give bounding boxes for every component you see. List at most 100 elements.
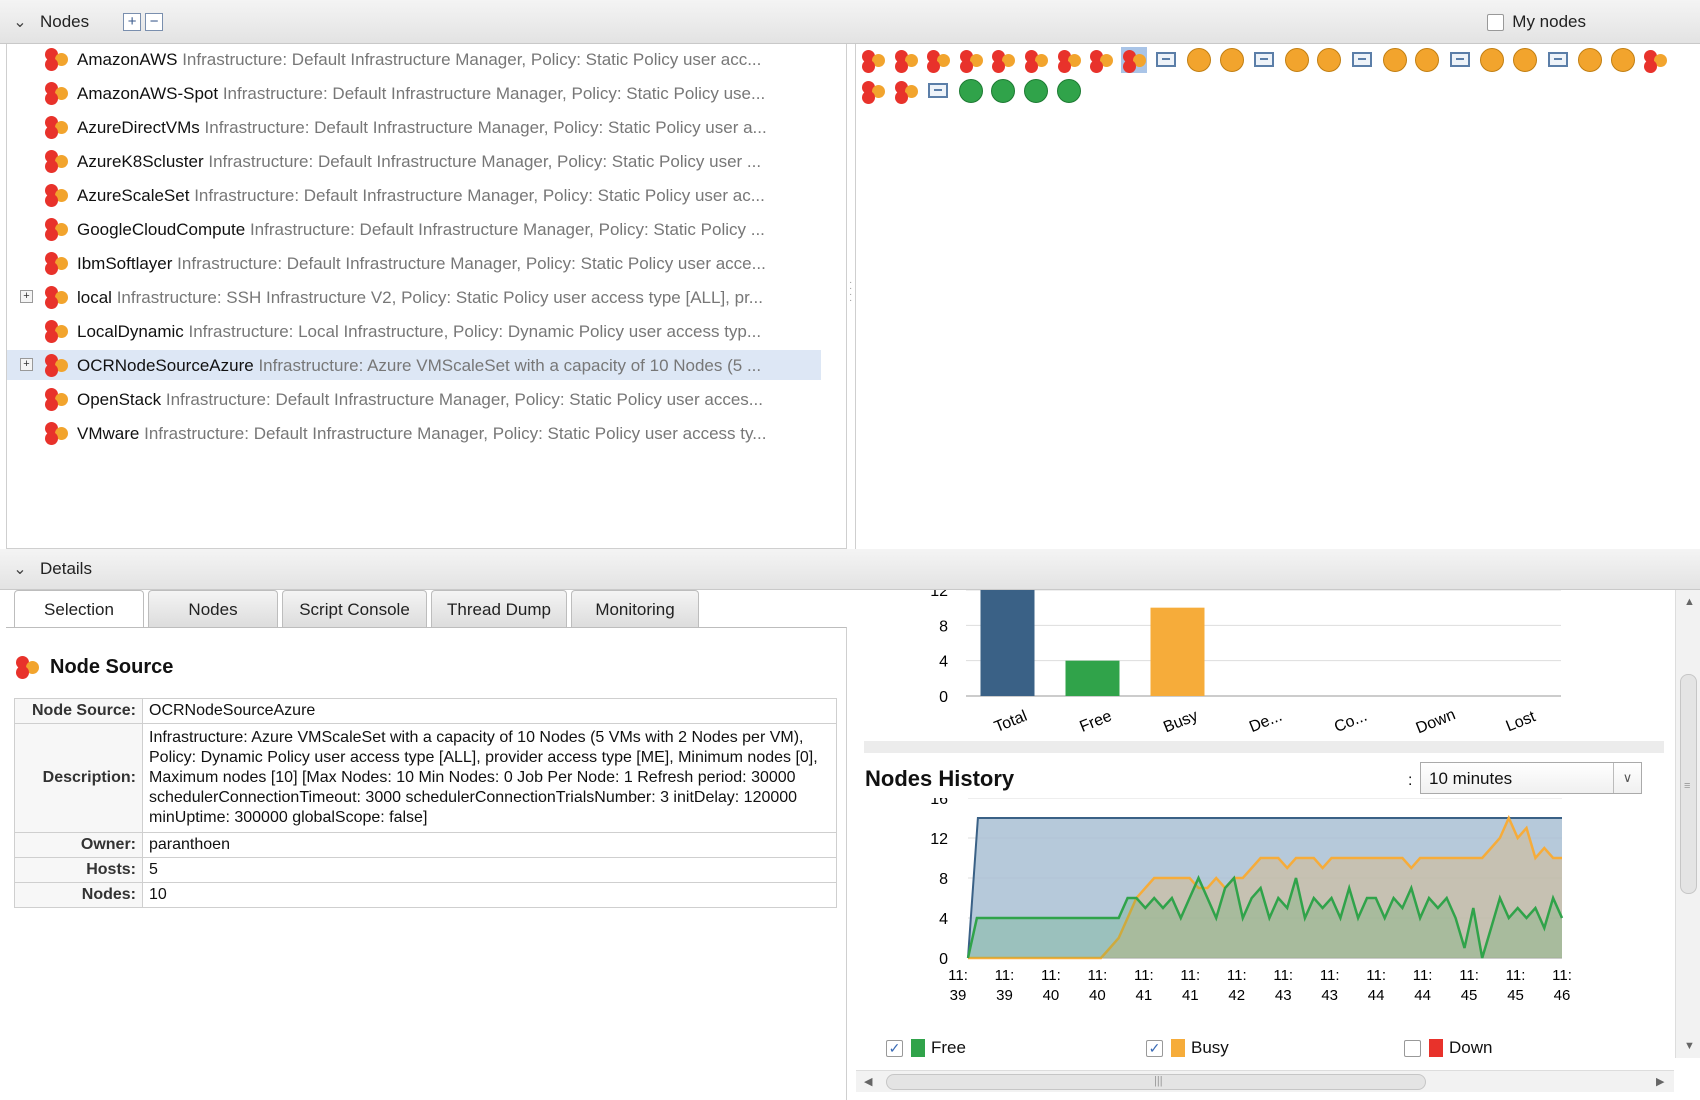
host-icon[interactable] [1349,47,1375,73]
x-tick-label: 39 [950,987,967,1004]
legend-label: Down [1449,1038,1493,1057]
chevron-down-icon[interactable]: ⌄ [0,559,40,579]
tree-item-label: LocalDynamic Infrastructure: Local Infra… [77,322,762,341]
legend-item-down[interactable]: Down [1404,1038,1492,1058]
node-source-icon[interactable] [1088,47,1114,73]
tab-monitoring[interactable]: Monitoring [571,590,699,628]
tab-selection[interactable]: Selection [14,590,144,628]
x-tick-label: 45 [1461,987,1478,1004]
chevron-down-icon[interactable]: ⌄ [0,12,40,32]
tree-item[interactable]: + local Infrastructure: SSH Infrastructu… [7,282,821,312]
my-nodes-toggle[interactable]: My nodes [1487,12,1586,32]
history-range-select[interactable]: 10 minutes ∨ [1420,762,1642,794]
tab-thread-dump[interactable]: Thread Dump [431,590,567,628]
node-source-icon [45,48,71,72]
tree-item[interactable]: VMware Infrastructure: Default Infrastru… [7,418,821,448]
legend-checkbox[interactable]: ✓ [886,1039,903,1057]
x-tick-label: Co... [1332,708,1370,736]
node-source-icon[interactable] [990,47,1016,73]
legend-checkbox[interactable] [1404,1039,1421,1057]
collapse-all-button[interactable]: − [145,12,164,31]
legend-item-free[interactable]: ✓ Free [886,1038,966,1058]
tree-item[interactable]: AmazonAWS-Spot Infrastructure: Default I… [7,78,821,108]
expand-icon[interactable]: + [20,358,33,371]
splitter-grip[interactable]: · · · · [849,278,852,306]
node-source-icon[interactable] [958,47,984,73]
x-tick-label: 11: [948,967,968,984]
vertical-scrollbar[interactable]: ▲ ≡ ▼ [1675,590,1700,1058]
host-icon[interactable] [1251,47,1277,73]
x-tick-label: 11: [1366,967,1386,984]
grip-icon: ≡ [1684,780,1691,792]
tree-item[interactable]: GoogleCloudCompute Infrastructure: Defau… [7,214,821,244]
chevron-down-icon[interactable]: ∨ [1613,763,1641,793]
host-icon[interactable] [1447,47,1473,73]
tree-item[interactable]: + OCRNodeSourceAzure Infrastructure: Azu… [7,350,821,380]
x-tick-label: 11: [1506,967,1526,984]
busy-node-icon[interactable] [1316,47,1342,73]
tree-item[interactable]: LocalDynamic Infrastructure: Local Infra… [7,316,821,346]
legend-label: Busy [1191,1038,1229,1057]
host-icon[interactable] [1153,47,1179,73]
node-source-icon[interactable] [860,47,886,73]
node-source-icon[interactable] [1642,47,1668,73]
x-tick-label: Busy [1161,707,1200,736]
legend-swatch [1429,1039,1443,1057]
busy-node-icon[interactable] [1512,47,1538,73]
busy-node-icon[interactable] [1186,47,1212,73]
tab-script-console[interactable]: Script Console [282,590,427,628]
tree-item-label: AmazonAWS Infrastructure: Default Infras… [77,50,762,69]
busy-node-icon[interactable] [1284,47,1310,73]
host-icon[interactable] [1545,47,1571,73]
tree-item[interactable]: AmazonAWS Infrastructure: Default Infras… [7,44,821,74]
grip-icon: ||| [1154,1075,1163,1087]
details-section-header: ⌄ Details [0,549,1700,590]
tree-item[interactable]: AzureDirectVMs Infrastructure: Default I… [7,112,821,142]
busy-node-icon[interactable] [1219,47,1245,73]
horizontal-scrollbar[interactable]: ◀ ||| ▶ [856,1070,1674,1092]
node-source-icon[interactable] [1023,47,1049,73]
scroll-right-icon[interactable]: ▶ [1656,1075,1664,1088]
expand-all-button[interactable]: + [123,12,142,31]
legend-checkbox[interactable]: ✓ [1146,1039,1163,1057]
free-node-icon[interactable] [958,78,984,104]
free-node-icon[interactable] [1023,78,1049,104]
expand-icon[interactable]: + [20,290,33,303]
tree-item[interactable]: AzureScaleSet Infrastructure: Default In… [7,180,821,210]
scroll-up-icon[interactable]: ▲ [1684,596,1695,608]
x-tick-label: 44 [1414,987,1431,1004]
scroll-left-icon[interactable]: ◀ [864,1075,872,1088]
x-tick-label: 41 [1136,987,1153,1004]
tree-item[interactable]: AzureK8Scluster Infrastructure: Default … [7,146,821,176]
busy-node-icon[interactable] [1610,47,1636,73]
host-icon[interactable] [925,78,951,104]
node-source-icon[interactable] [1120,47,1147,73]
node-source-icon[interactable] [860,78,886,104]
legend-item-busy[interactable]: ✓ Busy [1146,1038,1229,1058]
x-tick-label: 42 [1228,987,1245,1004]
busy-node-icon[interactable] [1414,47,1440,73]
node-source-tree: AmazonAWS Infrastructure: Default Infras… [6,44,847,549]
x-tick-label: Total [992,708,1030,736]
y-tick-label: 0 [939,951,948,968]
busy-node-icon[interactable] [1479,47,1505,73]
tab-nodes[interactable]: Nodes [148,590,278,628]
tree-item-label: GoogleCloudCompute Infrastructure: Defau… [77,220,765,239]
scroll-down-icon[interactable]: ▼ [1684,1040,1695,1052]
x-tick-label: 41 [1182,987,1199,1004]
free-node-icon[interactable] [1056,78,1082,104]
tree-item-label: AmazonAWS-Spot Infrastructure: Default I… [77,84,766,103]
nodes-state-bar-chart: 0 4 8 12 Total Free Busy De... Co... Down Lost [930,590,1561,737]
node-source-icon[interactable] [1056,47,1082,73]
free-node-icon[interactable] [990,78,1016,104]
tree-item[interactable]: IbmSoftlayer Infrastructure: Default Inf… [7,248,821,278]
busy-node-icon[interactable] [1382,47,1408,73]
my-nodes-checkbox[interactable] [1487,13,1505,31]
node-source-icon[interactable] [893,47,919,73]
node-source-icon[interactable] [925,47,951,73]
busy-node-icon[interactable] [1577,47,1603,73]
node-source-icon[interactable] [893,78,919,104]
tree-item-label: AzureScaleSet Infrastructure: Default In… [77,186,765,205]
tree-item[interactable]: OpenStack Infrastructure: Default Infras… [7,384,821,414]
bar-free [1065,660,1120,696]
